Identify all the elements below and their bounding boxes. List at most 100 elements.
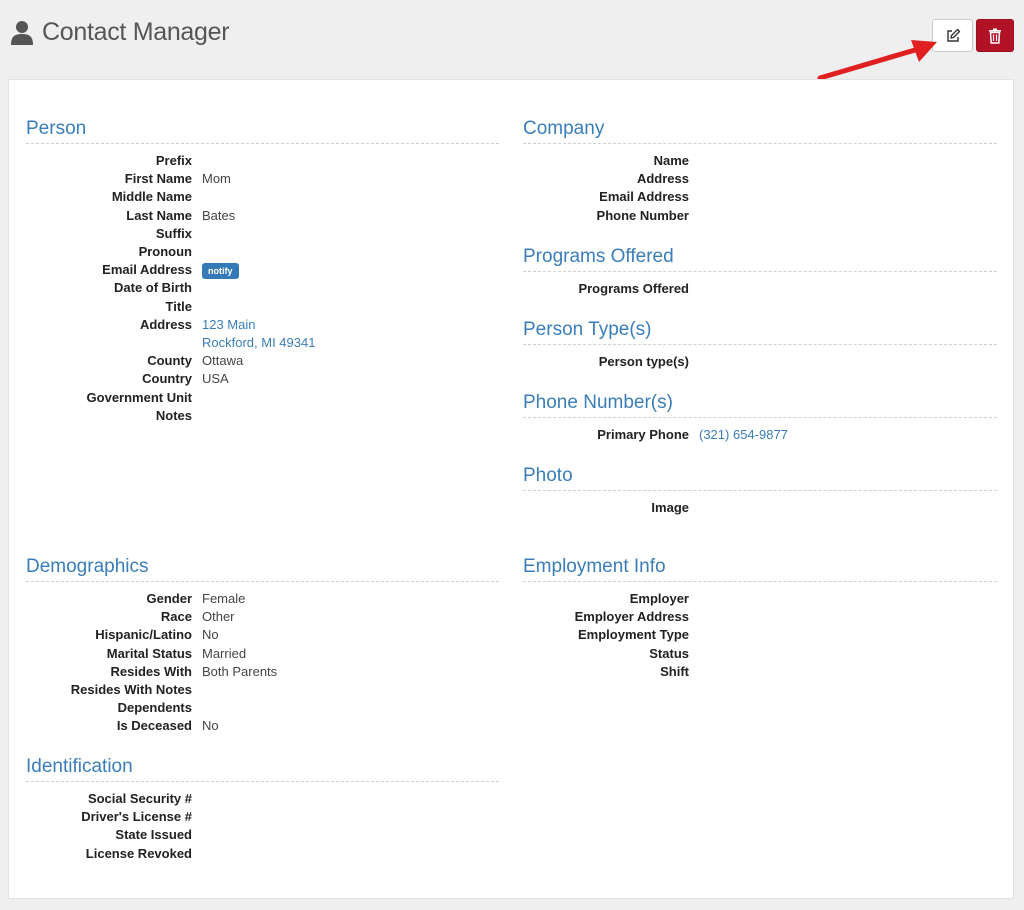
address-value: 123 Main Rockford, MI 49341 — [192, 316, 315, 352]
detail-row: Email Address notify — [26, 261, 499, 280]
detail-label: Social Security # — [87, 791, 192, 806]
detail-row: Date of Birth — [26, 279, 499, 297]
detail-row: Programs Offered — [523, 280, 997, 298]
photo-heading: Photo — [523, 465, 997, 491]
detail-row: Title — [26, 298, 499, 316]
employment-section: Employment Info Employer Employer Addres… — [523, 556, 997, 681]
detail-row: Address — [523, 170, 997, 188]
detail-label: Title — [165, 298, 193, 314]
detail-value: Female — [202, 591, 246, 606]
detail-label: Person type(s) — [598, 354, 689, 369]
detail-label: Suffix — [155, 225, 192, 241]
detail-label: Email Address — [599, 189, 689, 205]
detail-label: Gender — [146, 591, 192, 606]
detail-label: Middle Name — [111, 189, 192, 205]
identification-heading: Identification — [26, 756, 499, 782]
company-heading: Company — [523, 118, 997, 144]
detail-row: Notes — [26, 407, 499, 425]
detail-label: Employer Address — [574, 609, 689, 625]
detail-row: Marital Status Married — [26, 645, 499, 663]
detail-value: Ottawa — [202, 353, 244, 369]
detail-value: notify — [192, 261, 239, 280]
detail-label: Dependents — [117, 700, 192, 716]
company-section: Company Name Address Email Address Phone… — [523, 118, 997, 225]
programs-section: Programs Offered Programs Offered — [523, 246, 997, 298]
detail-label: First Name — [124, 171, 192, 187]
detail-row: Hispanic/Latino No — [26, 626, 499, 644]
detail-row: Shift — [523, 663, 997, 681]
detail-label: Notes — [155, 407, 192, 423]
detail-label: Race — [160, 609, 192, 625]
detail-label: Name — [653, 153, 689, 168]
detail-value — [192, 389, 202, 407]
detail-label: Shift — [660, 663, 689, 679]
detail-row: Pronoun — [26, 243, 499, 261]
detail-row: Phone Number — [523, 207, 997, 225]
address-line2-link[interactable]: Rockford, MI 49341 — [202, 335, 315, 350]
detail-label: Primary Phone — [597, 427, 689, 442]
detail-label: Government Unit — [86, 389, 192, 405]
detail-label: Prefix — [155, 153, 192, 168]
detail-value — [192, 298, 202, 316]
detail-row: Image — [523, 499, 997, 517]
phones-section: Phone Number(s) Primary Phone (321) 654-9… — [523, 392, 997, 444]
person-icon — [11, 20, 33, 45]
detail-label: Programs Offered — [578, 281, 689, 296]
detail-row: County Ottawa — [26, 352, 499, 370]
phones-heading: Phone Number(s) — [523, 392, 997, 418]
address-line1-link[interactable]: 123 Main — [202, 317, 255, 332]
edit-icon — [946, 28, 960, 42]
detail-label: Pronoun — [138, 244, 192, 260]
detail-row: Employer Address — [523, 608, 997, 626]
detail-row: Middle Name — [26, 188, 499, 206]
detail-label: Address — [139, 316, 192, 332]
detail-label: Employment Type — [577, 627, 689, 643]
detail-row: Person type(s) — [523, 353, 997, 371]
detail-row: State Issued — [26, 826, 499, 844]
detail-row: Is Deceased No — [26, 717, 499, 735]
detail-row: Social Security # — [26, 790, 499, 808]
detail-label: Resides With Notes — [70, 682, 192, 698]
person-types-heading: Person Type(s) — [523, 319, 997, 345]
detail-label: Image — [651, 500, 689, 515]
detail-label: Status — [649, 645, 689, 661]
detail-row: Driver's License # — [26, 808, 499, 826]
detail-value: No — [202, 627, 219, 643]
notify-badge[interactable]: notify — [202, 263, 239, 280]
detail-row: Gender Female — [26, 590, 499, 608]
detail-row: Government Unit — [26, 389, 499, 407]
detail-label: Employer — [629, 591, 689, 606]
delete-button[interactable] — [976, 19, 1014, 52]
detail-row: Email Address — [523, 188, 997, 206]
detail-row: Prefix — [26, 152, 499, 170]
detail-value: Bates — [202, 207, 236, 223]
page-header: Contact Manager — [0, 0, 1024, 81]
demographics-section: Demographics Gender Female Race Other Hisp… — [26, 556, 499, 736]
detail-value: Married — [202, 645, 247, 661]
detail-value — [192, 407, 202, 425]
detail-label: Phone Number — [596, 207, 689, 223]
person-section: Person Prefix First Name Mom Middle Name … — [26, 118, 499, 425]
primary-phone-link[interactable]: (321) 654-9877 — [699, 427, 788, 442]
detail-value: Both Parents — [202, 663, 278, 679]
programs-heading: Programs Offered — [523, 246, 997, 272]
detail-label: Email Address — [102, 262, 192, 278]
demographics-heading: Demographics — [26, 556, 499, 582]
detail-row: Suffix — [26, 225, 499, 243]
detail-row: Primary Phone (321) 654-9877 — [523, 426, 997, 444]
detail-label: State Issued — [115, 827, 192, 843]
detail-value — [192, 225, 202, 243]
detail-value — [192, 188, 202, 206]
detail-value — [192, 279, 202, 297]
detail-row: Resides With Both Parents — [26, 663, 499, 681]
detail-value — [192, 243, 202, 261]
detail-label: Marital Status — [106, 645, 192, 661]
detail-row: Resides With Notes — [26, 681, 499, 699]
detail-value — [192, 152, 202, 170]
detail-row: Dependents — [26, 699, 499, 717]
detail-label: County — [147, 353, 192, 369]
detail-row: First Name Mom — [26, 170, 499, 188]
detail-value: Mom — [202, 171, 231, 187]
employment-heading: Employment Info — [523, 556, 997, 582]
detail-row: Employment Type — [523, 626, 997, 644]
